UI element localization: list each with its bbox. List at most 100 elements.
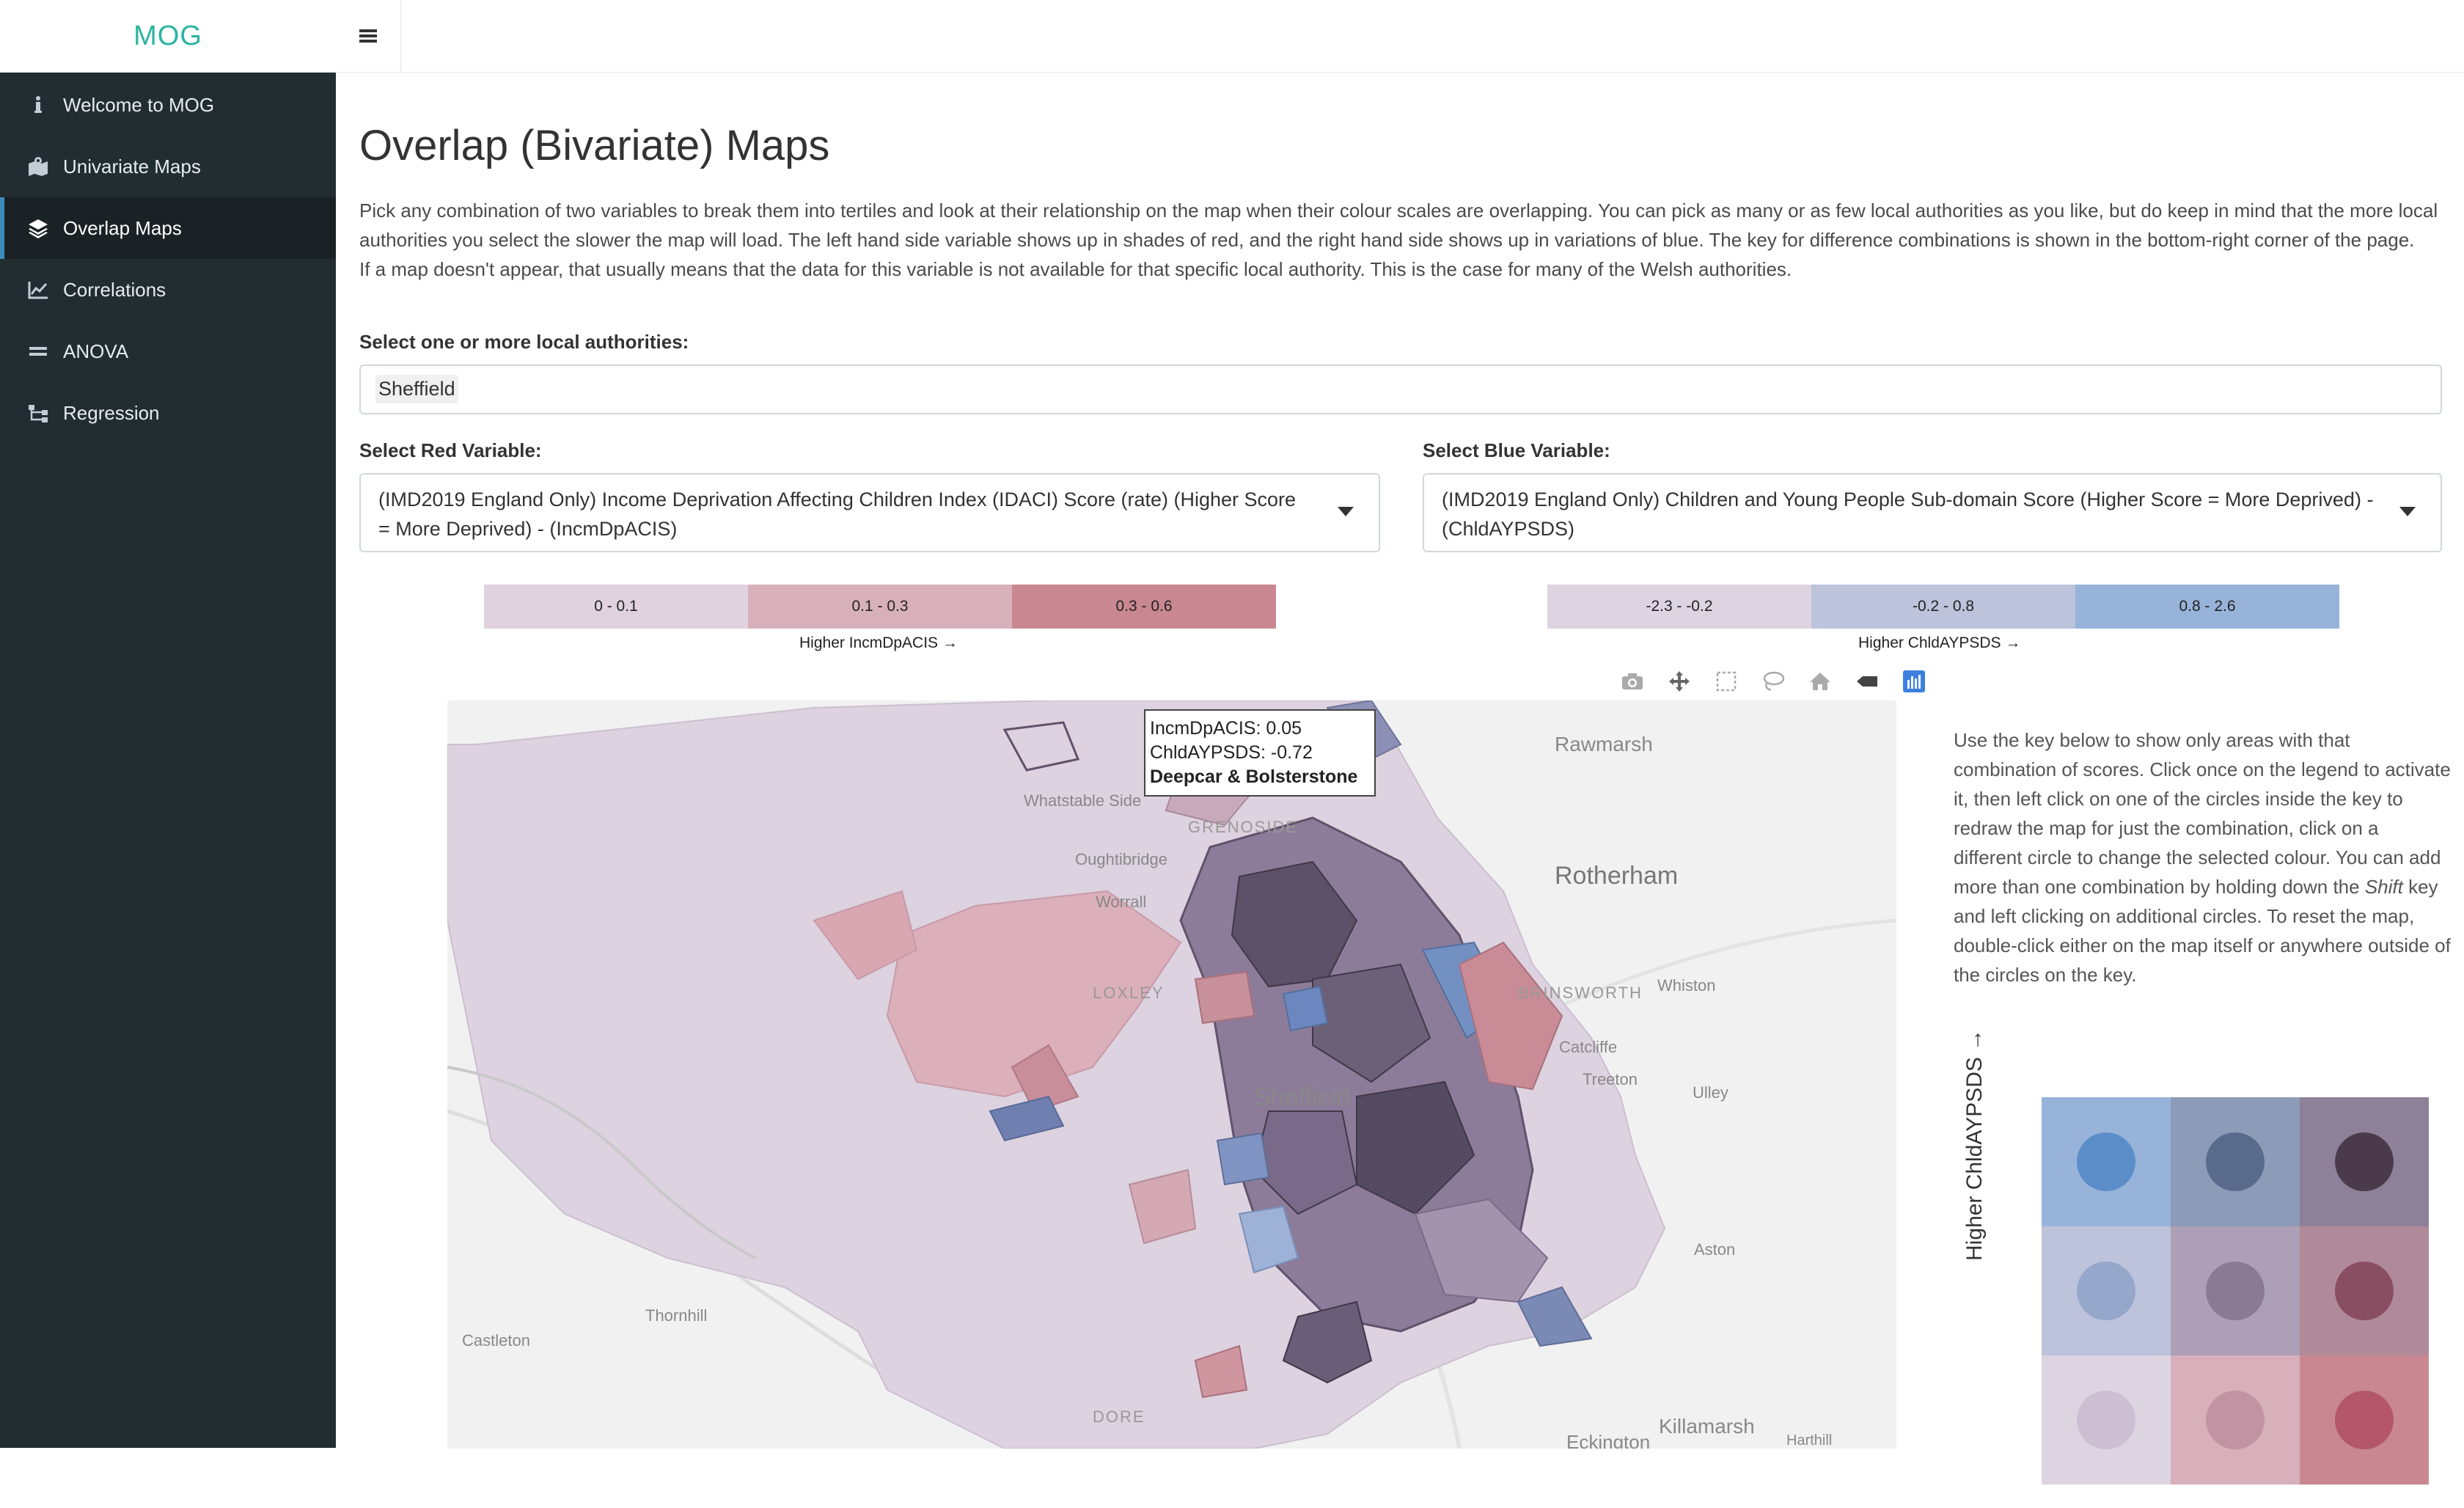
line-chart-icon: [25, 279, 51, 300]
map-label-castleton: Castleton: [462, 1331, 530, 1350]
red-legend: 0 - 0.1 0.1 - 0.3 0.3 - 0.6: [484, 585, 1276, 629]
map-label-loxley: LOXLEY: [1093, 984, 1165, 1002]
layers-icon: [25, 218, 51, 238]
sidebar-toggle-button[interactable]: [336, 0, 401, 72]
red-legend-bin-mid: 0.1 - 0.3: [748, 585, 1012, 629]
blue-variable-label: Select Blue Variable:: [1423, 439, 1610, 461]
map-label-harthill: Harthill: [1786, 1432, 1833, 1449]
camera-icon[interactable]: [1616, 665, 1649, 698]
plot-toolbar: [1616, 665, 1930, 698]
key-circle[interactable]: [2206, 1262, 2265, 1320]
sidebar-item-overlap-maps[interactable]: Overlap Maps: [0, 197, 336, 259]
sidebar-item-correlations[interactable]: Correlations: [0, 259, 336, 321]
map-label-eckington: Eckington: [1566, 1431, 1651, 1449]
map-label-brinsworth: BRINSWORTH: [1518, 984, 1643, 1002]
map-label-whiston: Whiston: [1657, 976, 1716, 995]
blue-legend-bin-high: 0.8 - 2.6: [2075, 585, 2339, 629]
sidebar: Welcome to MOG Univariate Maps Overlap M…: [0, 73, 336, 1448]
red-variable-select[interactable]: (IMD2019 England Only) Income Deprivatio…: [359, 473, 1380, 552]
key-help-text: Use the key below to show only areas wit…: [1954, 725, 2452, 989]
tooltip-blue-value: ChldAYPSDS: -0.72: [1150, 742, 1313, 763]
pan-icon[interactable]: [1663, 665, 1695, 698]
main-content: Overlap (Bivariate) Maps Pick any combin…: [336, 73, 2464, 1485]
key-circle[interactable]: [2077, 1391, 2135, 1449]
sidebar-item-label: ANOVA: [63, 340, 129, 362]
map-label-treeton: Treeton: [1583, 1070, 1638, 1088]
blue-variable-select[interactable]: (IMD2019 England Only) Children and Youn…: [1423, 473, 2442, 552]
help-text-part-a: Use the key below to show only areas wit…: [1954, 729, 2451, 898]
key-cell[interactable]: [2300, 1355, 2429, 1485]
blue-legend-axis-label: Higher ChldAYPSDS →: [1858, 634, 2021, 651]
key-circle[interactable]: [2077, 1262, 2135, 1320]
description-paragraph: Pick any combination of two variables to…: [359, 200, 2438, 251]
sidebar-item-welcome[interactable]: Welcome to MOG: [0, 74, 336, 136]
key-circle[interactable]: [2077, 1132, 2135, 1191]
hamburger-icon: [359, 29, 377, 43]
equals-icon: [25, 341, 51, 362]
red-legend-axis-label: Higher IncmDpACIS →: [799, 634, 958, 651]
key-cell[interactable]: [2171, 1097, 2300, 1226]
key-cell[interactable]: [2171, 1355, 2300, 1485]
box-select-icon[interactable]: [1710, 665, 1742, 698]
page-title: Overlap (Bivariate) Maps: [359, 122, 830, 169]
sidebar-item-label: Correlations: [63, 278, 166, 301]
key-circle[interactable]: [2335, 1262, 2394, 1320]
key-circle[interactable]: [2335, 1391, 2394, 1449]
key-circle[interactable]: [2206, 1132, 2265, 1191]
key-cell[interactable]: [2171, 1226, 2300, 1355]
sitemap-icon: [25, 403, 51, 423]
info-icon: [25, 95, 51, 115]
key-cell[interactable]: [2300, 1226, 2429, 1355]
map-label-rotherham: Rotherham: [1555, 862, 1679, 890]
description-note: If a map doesn't appear, that usually me…: [359, 258, 1792, 280]
blue-variable-value: (IMD2019 England Only) Children and Youn…: [1442, 488, 2374, 540]
tooltip-red-value: IncmDpACIS: 0.05: [1150, 718, 1302, 739]
selected-la-chip[interactable]: Sheffield: [375, 375, 458, 403]
map-label-catcliffe: Catcliffe: [1559, 1038, 1618, 1056]
map-hover-tooltip: IncmDpACIS: 0.05 ChldAYPSDS: -0.72 Deepc…: [1144, 709, 1376, 797]
spike-icon[interactable]: [1851, 665, 1883, 698]
sidebar-item-regression[interactable]: Regression: [0, 382, 336, 444]
top-navbar: [336, 0, 2464, 73]
blue-legend: -2.3 - -0.2 -0.2 - 0.8 0.8 - 2.6: [1547, 585, 2339, 629]
red-variable-value: (IMD2019 England Only) Income Deprivatio…: [378, 488, 1297, 540]
key-y-axis-label: Higher ChldAYPSDS →: [1962, 1028, 1987, 1261]
map-label-killamarsh: Killamarsh: [1659, 1415, 1755, 1438]
map-label-grenoside: GRENOSIDE: [1188, 818, 1299, 836]
map-label-ulley: Ulley: [1693, 1083, 1728, 1102]
bivariate-key[interactable]: [2042, 1097, 2429, 1508]
map-label-thornhill: Thornhill: [645, 1306, 708, 1325]
key-circle[interactable]: [2335, 1132, 2394, 1191]
help-shift-key: Shift: [2364, 876, 2403, 898]
map-label-aston: Aston: [1694, 1240, 1736, 1259]
map-label-worrall: Worrall: [1096, 893, 1147, 911]
key-cell[interactable]: [2300, 1097, 2429, 1226]
plotly-logo-icon[interactable]: [1898, 665, 1930, 698]
map-label-rawmarsh: Rawmarsh: [1555, 733, 1653, 755]
lasso-icon[interactable]: [1757, 665, 1789, 698]
home-icon[interactable]: [1804, 665, 1836, 698]
la-select-input[interactable]: Sheffield: [359, 365, 2442, 414]
key-cell[interactable]: [2042, 1355, 2171, 1485]
choropleth-map[interactable]: Rawmarsh Rotherham Whiston BRINSWORTH Ca…: [447, 700, 1896, 1449]
red-legend-bin-high: 0.3 - 0.6: [1012, 585, 1276, 629]
sidebar-item-univariate-maps[interactable]: Univariate Maps: [0, 136, 336, 197]
sidebar-item-anova[interactable]: ANOVA: [0, 321, 336, 382]
blue-legend-bin-mid: -0.2 - 0.8: [1811, 585, 2075, 629]
map-icon: [25, 156, 51, 177]
map-label-whatside: Whatstable Side: [1024, 791, 1142, 810]
sidebar-item-label: Overlap Maps: [63, 216, 182, 239]
key-circle[interactable]: [2206, 1391, 2265, 1449]
page-description: Pick any combination of two variables to…: [359, 196, 2442, 284]
la-select-label: Select one or more local authorities:: [359, 331, 689, 353]
brand-logo[interactable]: MOG: [0, 0, 336, 73]
chevron-down-icon: [1338, 507, 1354, 516]
map-canvas[interactable]: [447, 700, 1896, 1449]
map-label-oughtibridge: Oughtibridge: [1075, 850, 1167, 868]
blue-legend-bin-low: -2.3 - -0.2: [1547, 585, 1811, 629]
red-legend-bin-low: 0 - 0.1: [484, 585, 748, 629]
key-cell[interactable]: [2042, 1226, 2171, 1355]
key-cell[interactable]: [2042, 1097, 2171, 1226]
sidebar-item-label: Regression: [63, 401, 160, 424]
map-label-sheffield: Sheffield: [1254, 1083, 1351, 1111]
